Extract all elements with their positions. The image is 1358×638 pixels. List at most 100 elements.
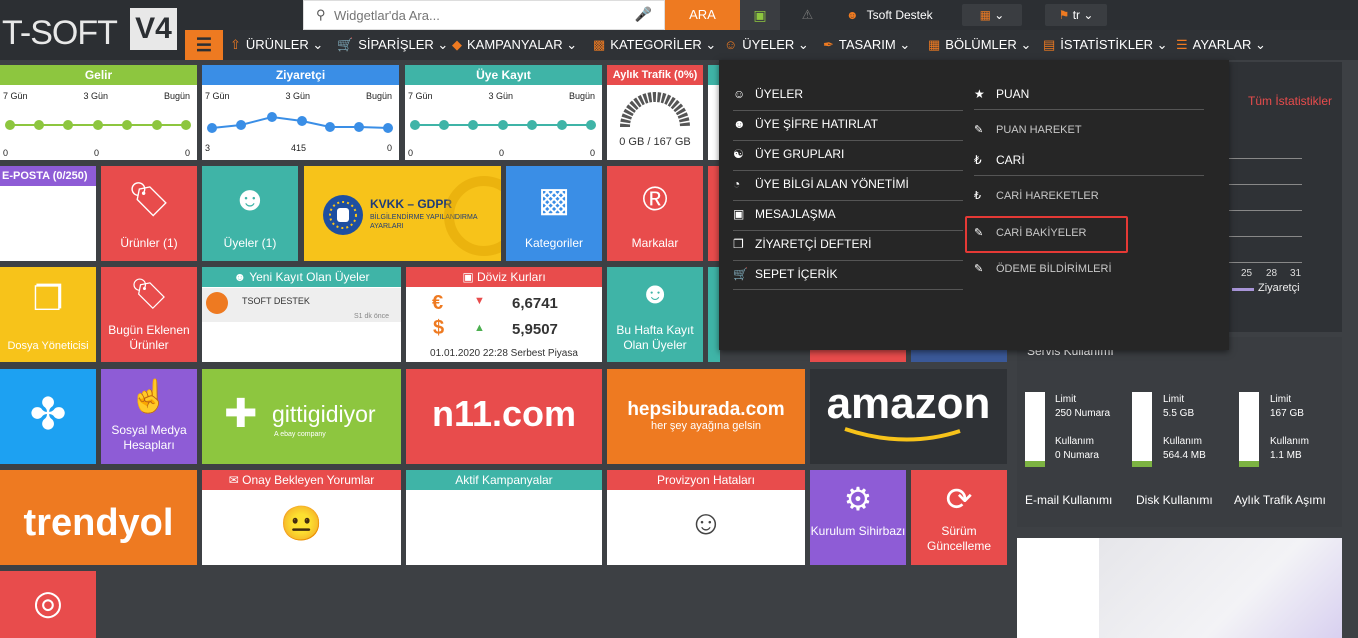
nav-tasarim[interactable]: ✒ TASARIM ⌄	[823, 30, 910, 60]
menu-item-puan-hareket[interactable]: ✎ PUAN HAREKET	[974, 116, 1082, 144]
tile-label: Bugün Eklenen Ürünler	[108, 323, 190, 352]
hepsiburada-slogan: her şey ayağına gelsin	[650, 420, 762, 432]
tile-kurulum[interactable]: ⚙ Kurulum Sihirbazı	[810, 470, 906, 565]
nav-kampanyalar[interactable]: ◆ KAMPANYALAR ⌄	[452, 30, 577, 60]
logo[interactable]: T-SOFT V4	[0, 0, 185, 60]
menu-item-cari-bakiyeler[interactable]: ✎ CARİ BAKİYELER	[974, 219, 1086, 247]
microphone-icon[interactable]: 🎤	[635, 6, 652, 23]
tile-bugun-eklenen[interactable]: 🏷 Bugün Eklenen Ürünler	[101, 267, 197, 362]
tile-aktif-kampanyalar[interactable]: Aktif Kampanyalar	[406, 470, 602, 565]
member-name: TSOFT DESTEK	[242, 296, 310, 306]
tile-provizyon[interactable]: Provizyon Hataları ☺	[607, 470, 805, 565]
hepsiburada-logo-text: hepsiburada.com	[627, 399, 785, 420]
all-statistics-link[interactable]: Tüm İstatistikler	[1248, 94, 1332, 108]
menu-item-mesajlasma[interactable]: ▣ MESAJLAŞMA	[733, 200, 836, 228]
stat-label: 7 Gün	[3, 91, 28, 101]
apps-button[interactable]: ▦ ⌄	[962, 4, 1022, 26]
menu-label: ÖDEME BİLDİRİMLERİ	[996, 263, 1112, 275]
user-icon: ☻	[733, 117, 746, 131]
tile-hepsiburada[interactable]: hepsiburada.com her şey ayağına gelsin	[607, 369, 805, 464]
search-input[interactable]	[304, 1, 614, 29]
product-icon: ⇧	[230, 37, 241, 52]
tile-n11[interactable]: n11.com	[406, 369, 602, 464]
tile-kvkk[interactable]: KVKK – GDPR BİLGİLENDİRME YAPILANDIRMA A…	[304, 166, 501, 261]
tile-twitter[interactable]: ✤	[0, 369, 96, 464]
tile-dosya-yoneticisi[interactable]: ❐ Dosya Yöneticisi	[0, 267, 96, 362]
tile-yeni-kayit[interactable]: ☻ Yeni Kayıt Olan Üyeler TSOFT DESTEK S1…	[202, 267, 401, 362]
stat-label: Bugün	[163, 91, 190, 101]
user-menu[interactable]: ☻ Tsoft Destek	[838, 0, 948, 30]
search-button[interactable]: ARA	[665, 0, 740, 30]
language-selector[interactable]: ⚑ tr ⌄	[1045, 4, 1107, 26]
tile-label: Kurulum Sihirbazı	[810, 524, 906, 538]
divider	[974, 109, 1204, 110]
exchange-date: 01.01.2020 22:28 Serbest Piyasa	[430, 348, 578, 359]
menu-item-ziyaretci-defteri[interactable]: ❐ ZİYARETÇİ DEFTERİ	[733, 230, 871, 258]
gauge-fill	[1239, 461, 1259, 467]
gauge-fill	[1025, 461, 1045, 467]
tile-onay-bekleyen[interactable]: ✉ Onay Bekleyen Yorumlar 😐	[202, 470, 401, 565]
nav-label: ÜRÜNLER	[245, 37, 309, 52]
warning-icon[interactable]: ⚠	[785, 0, 830, 30]
tile-amazon[interactable]: amazon	[810, 369, 1007, 464]
menu-label: ÜYE GRUPLARI	[755, 147, 845, 161]
nav-urunler[interactable]: ⇧ ÜRÜNLER ⌄	[230, 30, 323, 60]
menu-label: ÜYELER	[755, 87, 804, 101]
lira-icon: ₺	[974, 153, 982, 167]
nav-uyeler[interactable]: ☺ ÜYELER ⌄	[724, 30, 809, 60]
axis-tick: 25	[1241, 268, 1253, 279]
menu-item-cari-hareketler[interactable]: ₺ CARİ HAREKETLER	[974, 182, 1099, 210]
nav-label: KATEGORİLER	[610, 37, 702, 52]
menu-label: MESAJLAŞMA	[755, 207, 836, 221]
list-item[interactable]: TSOFT DESTEK S1 dk önce	[202, 288, 401, 322]
tile-urunler[interactable]: 🏷 Ürünler (1)	[101, 166, 197, 261]
tile-label: Sürüm Güncelleme	[926, 524, 992, 553]
menu-item-gruplar[interactable]: ☯ ÜYE GRUPLARI	[733, 140, 844, 168]
menu-item-bilgi-alan[interactable]: ◔ ÜYE BİLGİ ALAN YÖNETİMİ	[733, 170, 909, 198]
menu-item-cari[interactable]: ₺ CARİ	[974, 146, 1025, 174]
menu-item-uyeler[interactable]: ☺ ÜYELER	[733, 80, 803, 108]
tile-trendyol[interactable]: trendyol	[0, 470, 197, 565]
nav-bolumler[interactable]: ▦ BÖLÜMLER ⌄	[928, 30, 1031, 60]
hand-money-icon: ✎	[974, 227, 984, 239]
tile-surum[interactable]: ⟳ Sürüm Güncelleme	[911, 470, 1007, 565]
messages-icon[interactable]: ▣	[740, 0, 780, 30]
stat-aylik-trafik[interactable]: Aylık Trafik (0%) 0 GB / 167 GB	[607, 65, 703, 160]
blocks-icon: ▦	[928, 37, 941, 52]
stat-ziyaretci[interactable]: Ziyaretçi 7 Gün 3 Gün Bugün 3 415 0	[202, 65, 399, 160]
menu-toggle-button[interactable]: ☰	[185, 30, 223, 60]
gauge-used-value: 0 Numara	[1055, 450, 1099, 461]
search-box: ⚲ 🎤	[303, 0, 665, 30]
tile-eposta[interactable]: E-POSTA (0/250)	[0, 166, 96, 261]
menu-item-sepet[interactable]: 🛒 SEPET İÇERİK	[733, 260, 837, 288]
tile-title: Provizyon Hataları	[607, 470, 805, 490]
stat-uye-kayit[interactable]: Üye Kayıt 7 Gün 3 Gün Bugün 0 0 0	[405, 65, 602, 160]
tile-markalar[interactable]: ® Markalar	[607, 166, 703, 261]
tile-support[interactable]: ◎	[0, 571, 96, 638]
nav-kategoriler[interactable]: ▩ KATEGORİLER ⌄	[593, 30, 716, 60]
nav-siparisler[interactable]: 🛒 SİPARİŞLER ⌄	[337, 30, 448, 60]
divider	[733, 289, 963, 290]
email-gauge-text: Limit 250 Numara Kullanım 0 Numara	[1055, 393, 1110, 463]
gauge-label: E-mail Kullanımı	[1025, 493, 1113, 507]
tile-uyeler[interactable]: ☻ Üyeler (1)	[202, 166, 298, 261]
nav-istatistikler[interactable]: ▤ İSTATİSTİKLER ⌄	[1043, 30, 1168, 60]
logo-text: T-SOFT	[2, 14, 118, 52]
gittigidiyor-logo-icon: ✚	[224, 392, 258, 436]
tile-gittigidiyor[interactable]: ✚ gittigidiyor A ebay company	[202, 369, 401, 464]
language-label: tr	[1072, 8, 1081, 22]
nav-ayarlar[interactable]: ☰ AYARLAR ⌄	[1176, 30, 1266, 60]
tile-kategoriler[interactable]: ▩ Kategoriler	[506, 166, 602, 261]
menu-label: SEPET İÇERİK	[755, 267, 838, 281]
grid-line	[1229, 210, 1302, 211]
menu-item-sifre[interactable]: ☻ ÜYE ŞİFRE HATIRLAT	[733, 110, 878, 138]
menu-label: ÜYE ŞİFRE HATIRLAT	[755, 117, 878, 131]
sitemap-icon: ▩	[593, 37, 606, 52]
tile-doviz[interactable]: ▣ Döviz Kurları € ▼ 6,6741 $ ▲ 5,9507 01…	[406, 267, 602, 362]
tile-sosyal-medya[interactable]: ☝ Sosyal Medya Hesapları	[101, 369, 197, 464]
stat-gelir[interactable]: Gelir 7 Gün 3 Gün Bugün 0 0 0	[0, 65, 197, 160]
tile-bu-hafta[interactable]: ☻ Bu Hafta Kayıt Olan Üyeler	[607, 267, 703, 362]
stat-value: 0	[184, 148, 190, 158]
menu-item-odeme-bildirimleri[interactable]: ✎ ÖDEME BİLDİRİMLERİ	[974, 255, 1112, 283]
menu-item-puan[interactable]: ★ PUAN	[974, 80, 1029, 108]
